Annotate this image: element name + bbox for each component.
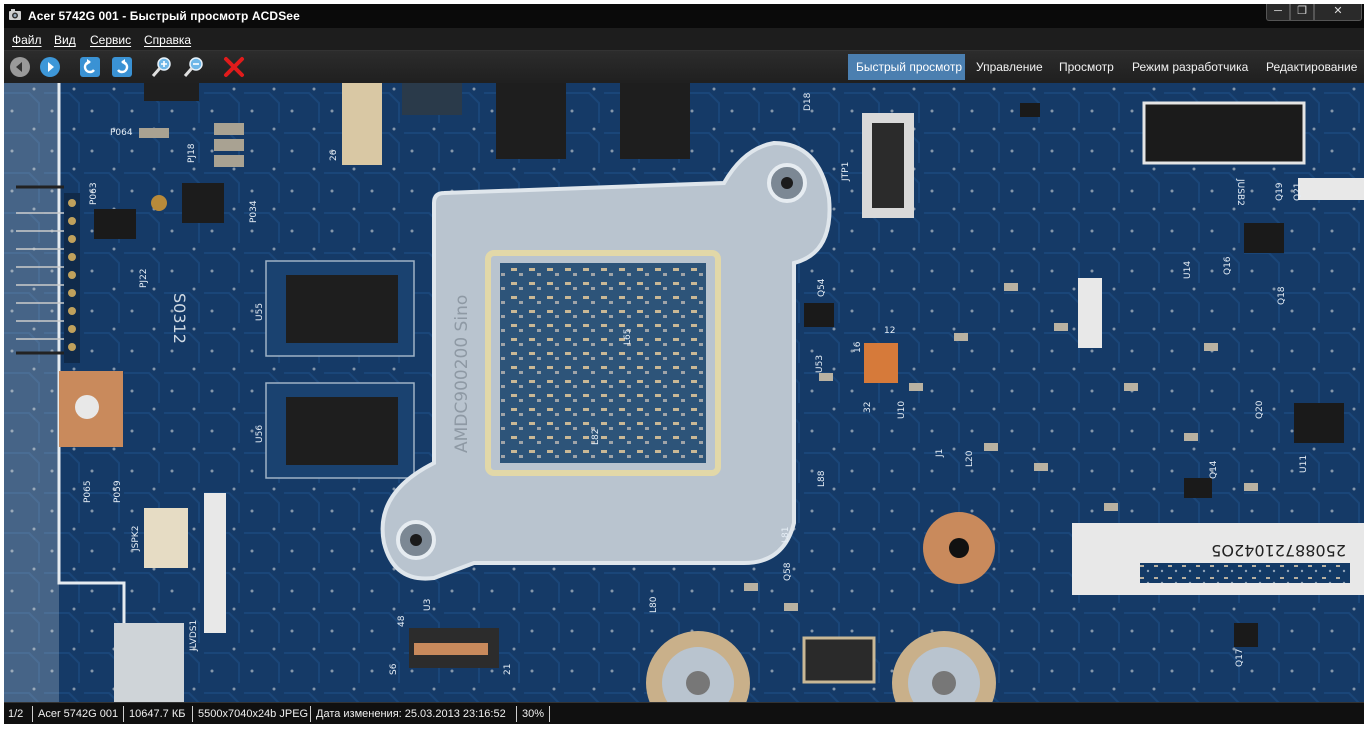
menu-tools[interactable]: Сервис <box>90 33 131 47</box>
chip-marking-label: AMDC900200 Sino <box>452 295 472 453</box>
pin21-label: 21 <box>503 664 513 675</box>
l80-label: L80 <box>649 596 659 613</box>
jlvds1-label: JLVDS1 <box>189 620 199 652</box>
pin32-label: 32 <box>863 402 873 413</box>
maximize-button[interactable]: ❐ <box>1290 4 1314 21</box>
previous-icon[interactable] <box>8 55 32 79</box>
s6-label: S6 <box>389 663 399 675</box>
board-mark-label: S0312 <box>170 293 189 344</box>
u10-label: U10 <box>897 401 907 419</box>
status-zoom: 30% <box>522 708 545 720</box>
minimize-button[interactable]: ─ <box>1266 4 1290 21</box>
l20-label: L20 <box>965 450 975 467</box>
zoom-out-icon[interactable] <box>182 55 206 79</box>
pin16-label: 16 <box>853 341 863 353</box>
p065-label: P065 <box>83 480 93 503</box>
menu-file[interactable]: Файл <box>12 33 42 47</box>
close-button[interactable]: ✕ <box>1314 4 1362 21</box>
tab-manage[interactable]: Управление <box>968 54 1048 80</box>
menu-help[interactable]: Справка <box>144 33 191 47</box>
q21-label: Q21 <box>1293 182 1303 201</box>
tab-developer[interactable]: Режим разработчика <box>1124 54 1252 80</box>
motherboard-photo: 25088721042O5 PJ22 PJ18 P034 P063 P064 P… <box>4 83 1364 702</box>
jusb2-label: JUSB2 <box>1235 178 1245 206</box>
status-bar: 1/2 Acer 5742G 001 10647.7 КБ 5500x7040x… <box>4 702 1364 724</box>
pin26-label: 26 <box>329 149 339 161</box>
q58-label: Q58 <box>783 562 793 581</box>
l65-label: L65 <box>623 329 633 345</box>
u14-label: U14 <box>1183 261 1193 279</box>
rotate-right-icon[interactable] <box>110 55 134 79</box>
rotate-left-icon[interactable] <box>78 55 102 79</box>
p064-label: P064 <box>110 128 133 138</box>
p059-label: P059 <box>113 480 123 503</box>
zoom-in-icon[interactable] <box>150 55 174 79</box>
window-title: Acer 5742G 001 - Быстрый просмотр ACDSee <box>28 9 300 23</box>
l82-label: L82 <box>591 429 601 445</box>
minimize-icon: ─ <box>1274 5 1282 17</box>
next-icon[interactable] <box>38 55 62 79</box>
u11-label: U11 <box>1299 455 1309 473</box>
restore-icon: ❐ <box>1297 5 1307 17</box>
pin12-label: 12 <box>884 326 895 336</box>
tab-view[interactable]: Просмотр <box>1051 54 1118 80</box>
u3-label: U3 <box>423 599 433 611</box>
l81-label: L81 <box>781 527 791 543</box>
status-modified: Дата изменения: 25.03.2013 23:16:52 <box>316 708 506 720</box>
serial-label: 25088721042O5 <box>1211 541 1346 560</box>
q18-label: Q18 <box>1277 286 1287 305</box>
q16-label: Q16 <box>1223 256 1233 275</box>
title-bar: Acer 5742G 001 - Быстрый просмотр ACDSee… <box>4 4 1364 28</box>
u56-label: U56 <box>255 425 265 443</box>
pj22-label: PJ22 <box>139 268 149 288</box>
menu-view[interactable]: Вид <box>54 33 76 47</box>
q54-label: Q54 <box>817 278 827 297</box>
pj18-label: PJ18 <box>187 143 197 163</box>
toolbar: Быстрый просмотр Управление Просмотр Реж… <box>4 50 1364 84</box>
u53-label: U53 <box>815 355 825 373</box>
delete-icon[interactable] <box>222 55 246 79</box>
status-dimensions: 5500x7040x24b JPEG <box>198 708 309 720</box>
p063-label: P063 <box>89 182 99 205</box>
tab-quick-view[interactable]: Быстрый просмотр <box>848 54 965 80</box>
close-icon: ✕ <box>1333 5 1343 17</box>
acdsee-window: Acer 5742G 001 - Быстрый просмотр ACDSee… <box>4 4 1364 724</box>
q20-label: Q20 <box>1255 400 1265 419</box>
status-filename: Acer 5742G 001 <box>38 708 119 720</box>
p034-label: P034 <box>249 200 259 223</box>
tab-edit[interactable]: Редактирование <box>1258 54 1364 80</box>
d18-label: D18 <box>803 92 813 111</box>
status-index: 1/2 <box>8 708 24 720</box>
j1-label: J1 <box>935 449 945 458</box>
camera-icon[interactable] <box>8 8 22 22</box>
pin48-label: 48 <box>397 615 407 627</box>
q14-label: Q14 <box>1209 460 1219 479</box>
jtp1-label: JTP1 <box>841 162 851 182</box>
l88-label: L88 <box>817 470 827 487</box>
status-filesize: 10647.7 КБ <box>129 708 186 720</box>
menu-bar: Файл Вид Сервис Справка <box>4 28 1364 50</box>
q17-label: Q17 <box>1235 648 1245 667</box>
q19-label: Q19 <box>1275 182 1285 201</box>
jspk2-label: JSPK2 <box>131 526 141 552</box>
u55-label: U55 <box>255 303 265 321</box>
image-viewer[interactable]: 25088721042O5 PJ22 PJ18 P034 P063 P064 P… <box>4 83 1364 702</box>
